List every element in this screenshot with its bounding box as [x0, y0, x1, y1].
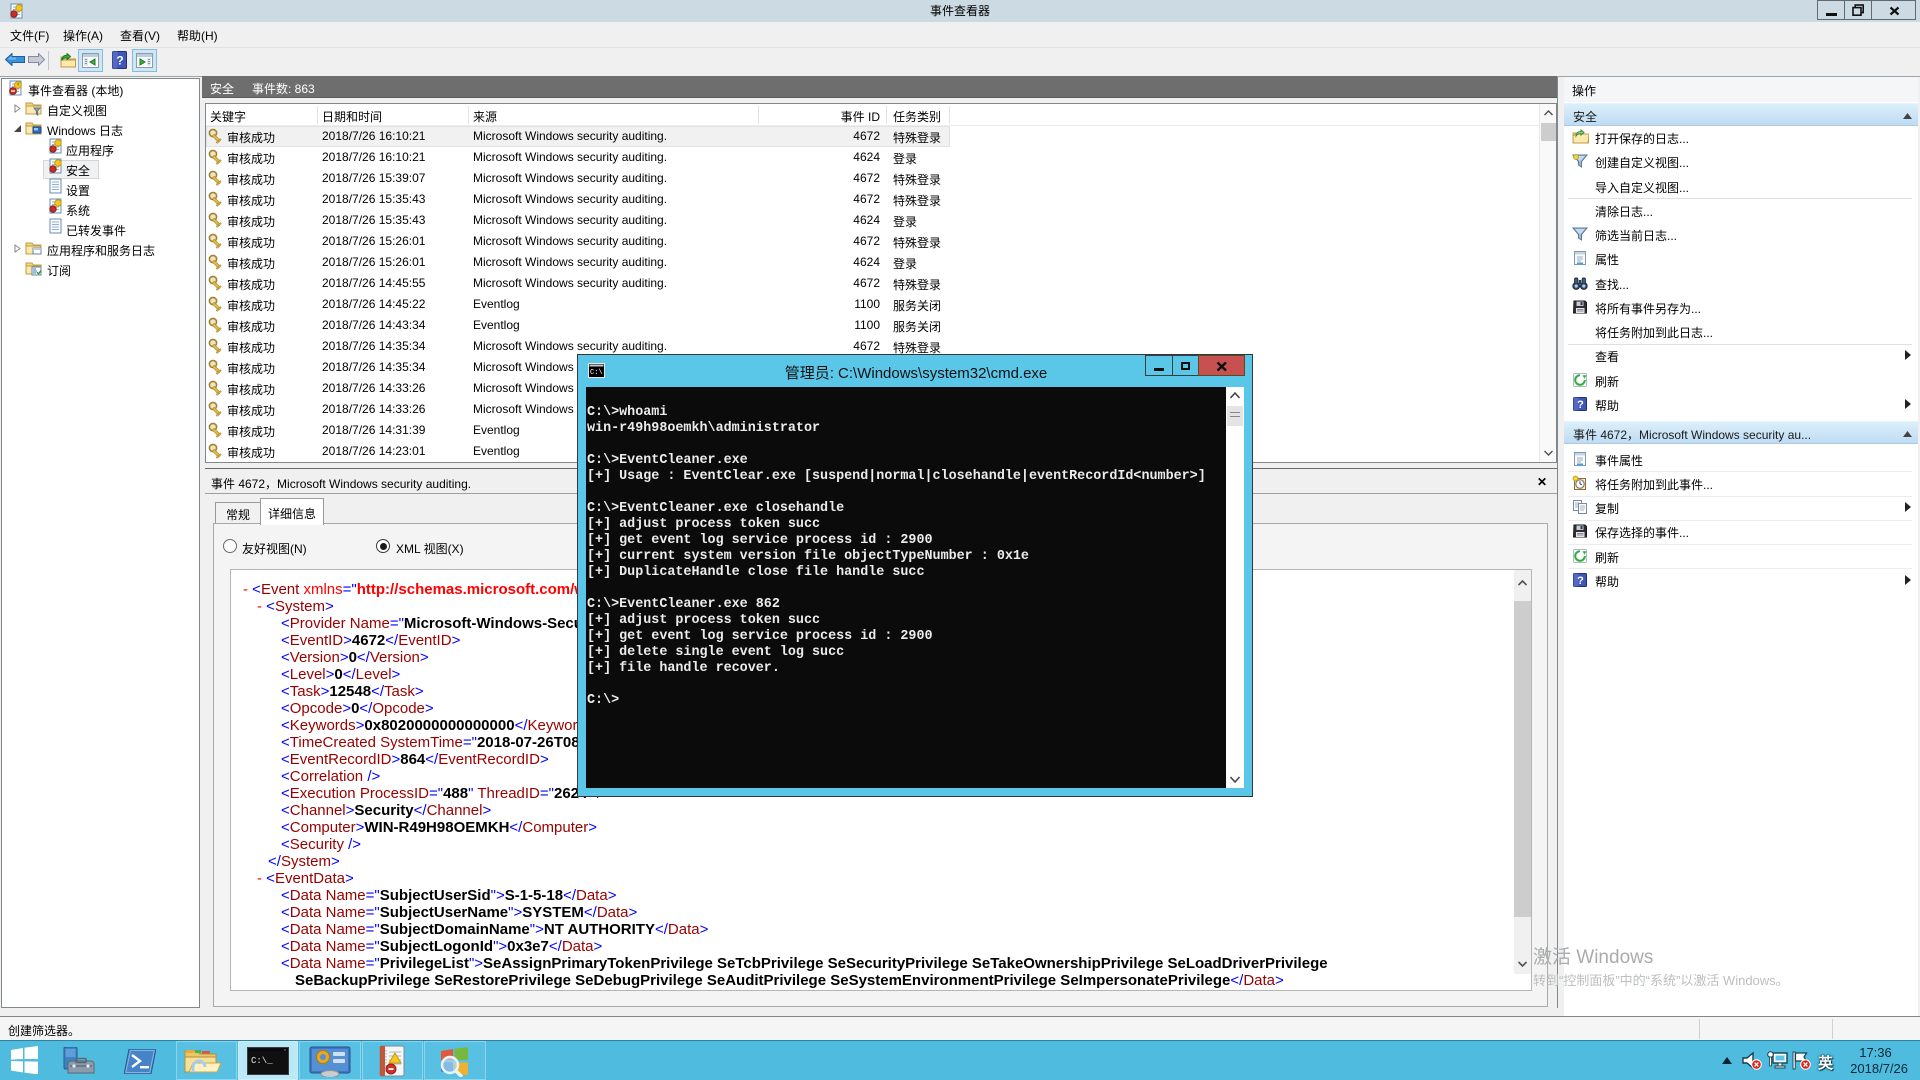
svg-text:?: ?	[1577, 575, 1584, 587]
svg-text:C:\_: C:\_	[251, 1056, 273, 1066]
svg-text:?: ?	[116, 54, 123, 68]
svg-text:?: ?	[1577, 399, 1584, 411]
